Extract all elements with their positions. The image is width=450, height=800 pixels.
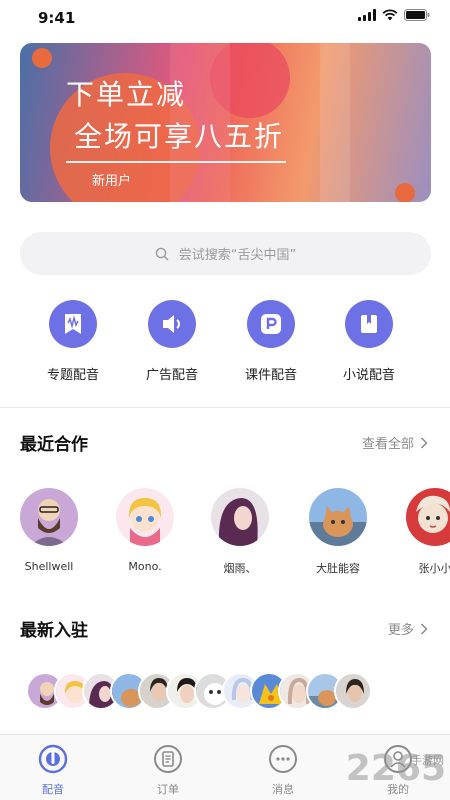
status-icons (358, 9, 430, 21)
category-topic-dubbing[interactable]: 专题配音 (28, 300, 118, 383)
partner-name: 大肚能容 (316, 562, 360, 575)
newcomer-avatar-strip[interactable] (26, 672, 372, 712)
battery-icon (404, 9, 430, 21)
message-icon (267, 743, 299, 775)
banner-tag: 新用户 (92, 174, 132, 189)
avatar (211, 488, 269, 546)
recent-section-title: 最近合作 (20, 435, 88, 455)
signal-icon (358, 9, 376, 21)
wifi-icon (382, 9, 398, 21)
search-bar[interactable]: 尝试搜索“舌尖中国” (20, 232, 431, 275)
recent-view-all-link[interactable]: 查看全部 (362, 433, 428, 452)
search-placeholder: 尝试搜索“舌尖中国” (178, 248, 297, 263)
partner-card[interactable]: 大肚能容 (298, 488, 378, 576)
partner-card[interactable]: 张小小 (395, 488, 450, 576)
status-time: 9:41 (38, 9, 76, 27)
tab-label: 消息 (272, 783, 294, 796)
banner-headline: 下单立减 (66, 78, 187, 111)
section-divider (0, 407, 450, 408)
category-label: 课件配音 (244, 368, 297, 383)
newcomers-more-link[interactable]: 更多 (388, 619, 428, 638)
tab-dubbing[interactable]: 配音 (18, 743, 88, 797)
more-label: 更多 (387, 623, 414, 638)
category-ad-dubbing[interactable]: 广告配音 (127, 300, 217, 383)
avatar (20, 488, 78, 546)
partner-card[interactable]: Shellwell (9, 488, 89, 573)
category-label: 小说配音 (342, 368, 395, 383)
category-icon-circle (247, 300, 295, 348)
speaker-icon (163, 315, 180, 333)
tab-messages[interactable]: 消息 (248, 743, 318, 797)
partner-name: 烟雨、 (223, 562, 257, 575)
category-icon-circle (49, 300, 97, 348)
tab-label: 订单 (157, 783, 179, 796)
avatar (309, 488, 367, 546)
tab-label: 配音 (42, 783, 64, 796)
chevron-right-icon (420, 622, 428, 635)
category-label: 专题配音 (46, 368, 99, 383)
tab-orders[interactable]: 订单 (133, 743, 203, 797)
partner-name: Mono. (128, 560, 162, 573)
category-courseware-dubbing[interactable]: 课件配音 (226, 300, 316, 383)
dubbing-icon (37, 743, 69, 775)
category-novel-dubbing[interactable]: 小说配音 (324, 300, 414, 383)
category-icon-circle (345, 300, 393, 348)
avatar[interactable] (334, 672, 372, 710)
bookmark-wave-icon (65, 314, 81, 334)
category-label: 广告配音 (145, 368, 198, 383)
book-icon (361, 315, 377, 333)
partner-name: 张小小 (418, 562, 450, 575)
partner-card[interactable]: 烟雨、 (200, 488, 280, 576)
p-badge-icon (261, 314, 281, 334)
watermark-subtitle: 手游网 (411, 754, 444, 767)
chevron-right-icon (420, 436, 428, 449)
status-bar: 9:41 (0, 0, 450, 36)
promo-banner[interactable]: 下单立减 全场可享八五折 新用户 (20, 43, 431, 202)
banner-subheadline: 全场可享八五折 (74, 120, 285, 153)
category-icon-circle (148, 300, 196, 348)
banner-divider (66, 161, 286, 163)
avatar (116, 488, 174, 546)
partner-name: Shellwell (24, 560, 74, 573)
search-icon (155, 247, 169, 260)
avatar (406, 488, 450, 546)
partner-card[interactable]: Mono. (105, 488, 185, 573)
order-icon (152, 743, 184, 775)
view-all-label: 查看全部 (361, 437, 414, 452)
newcomers-section-title: 最新入驻 (20, 621, 88, 641)
